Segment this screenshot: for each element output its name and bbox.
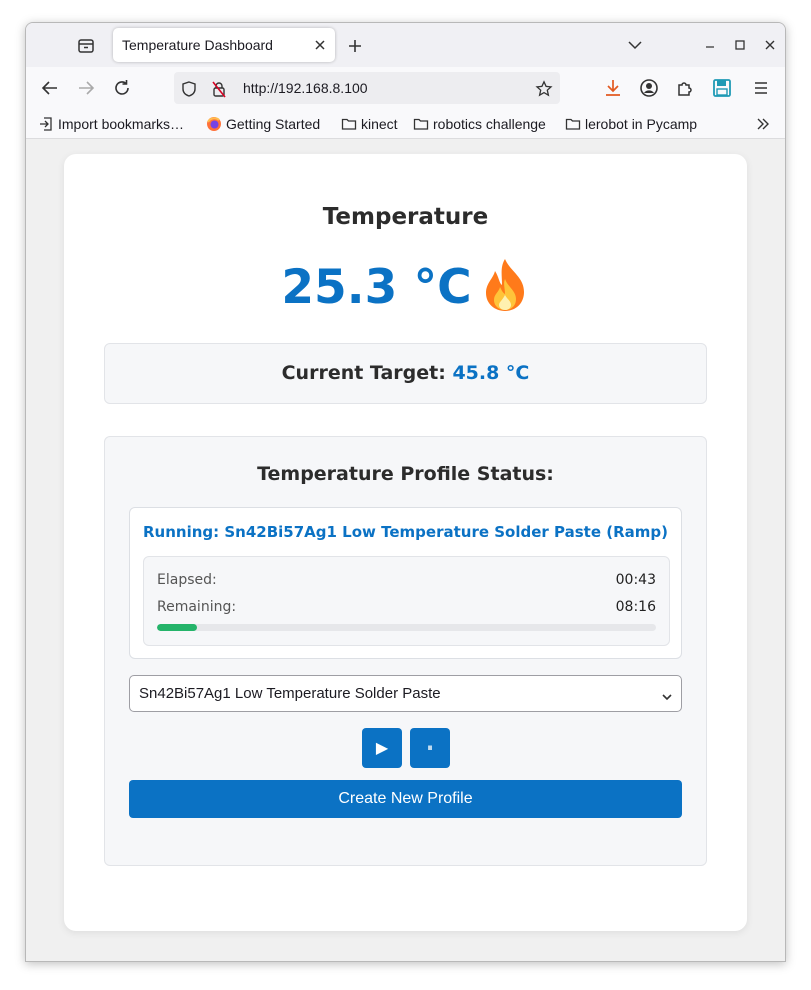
tab-title: Temperature Dashboard <box>122 37 273 53</box>
chevron-down-icon <box>661 688 673 701</box>
browser-window: Temperature Dashboard http://192.168.8.1… <box>25 22 786 962</box>
page-content: Temperature 25.3 °C Current Target: 45.8… <box>26 139 785 961</box>
account-icon[interactable] <box>638 77 660 99</box>
remaining-value: 08:16 <box>615 599 656 615</box>
back-arrow-icon[interactable] <box>39 77 61 99</box>
create-new-profile-button[interactable]: Create New Profile <box>129 780 682 818</box>
profile-status-panel: Temperature Profile Status: Running: Sn4… <box>104 436 707 866</box>
reload-icon[interactable] <box>111 77 133 99</box>
elapsed-value: 00:43 <box>615 572 656 588</box>
bookmark-lerobot[interactable]: lerobot in Pycamp <box>565 115 697 133</box>
download-icon[interactable] <box>602 77 624 99</box>
running-profile-title: Running: Sn42Bi57Ag1 Low Temperature Sol… <box>143 523 668 541</box>
minimize-icon[interactable] <box>700 35 720 55</box>
new-tab-icon[interactable] <box>344 35 366 57</box>
import-icon <box>40 117 52 131</box>
url-bar[interactable]: http://192.168.8.100 <box>174 72 560 104</box>
extensions-icon[interactable] <box>674 77 696 99</box>
bookmark-kinect[interactable]: kinect <box>341 115 398 133</box>
elapsed-label: Elapsed: <box>157 572 217 588</box>
forward-arrow-icon[interactable] <box>75 77 97 99</box>
profile-select[interactable]: Sn42Bi57Ag1 Low Temperature Solder Paste <box>129 675 682 712</box>
temperature-heading: Temperature <box>322 204 489 230</box>
target-value: 45.8 °C <box>452 362 530 384</box>
insecure-lock-icon[interactable] <box>210 80 228 98</box>
play-icon: ▶ <box>375 738 389 757</box>
tab-strip: Temperature Dashboard <box>26 23 785 67</box>
current-target-panel: Current Target: 45.8 °C <box>104 343 707 404</box>
bookmark-label: Import bookmarks… <box>58 116 185 132</box>
close-tab-icon[interactable] <box>311 36 329 54</box>
double-chevron-right-icon[interactable] <box>755 115 771 133</box>
url-text: http://192.168.8.100 <box>243 80 368 96</box>
pause-icon: ⏸ <box>427 741 433 754</box>
running-profile-card: Running: Sn42Bi57Ag1 Low Temperature Sol… <box>129 507 682 659</box>
shield-icon[interactable] <box>180 80 198 98</box>
save-icon[interactable] <box>711 77 733 99</box>
firefox-icon <box>207 117 221 131</box>
selected-profile: Sn42Bi57Ag1 Low Temperature Solder Paste <box>139 685 441 702</box>
folder-icon <box>413 118 429 130</box>
target-label: Current Target: <box>281 362 446 384</box>
chevron-down-icon[interactable] <box>625 35 645 55</box>
pause-button[interactable]: ⏸ <box>410 728 450 768</box>
bookmark-label: kinect <box>361 116 398 132</box>
run-stats-panel: Elapsed: 00:43 Remaining: 08:16 <box>143 556 670 646</box>
temperature-value: 25.3 °C <box>281 260 472 315</box>
navigation-bar: http://192.168.8.100 <box>26 67 785 109</box>
tab-temperature-dashboard[interactable]: Temperature Dashboard <box>113 28 335 62</box>
play-button[interactable]: ▶ <box>362 728 402 768</box>
folder-icon <box>565 118 581 130</box>
bookmark-label: Getting Started <box>226 116 321 132</box>
dashboard-card: Temperature 25.3 °C Current Target: 45.8… <box>64 154 747 931</box>
bookmark-robotics-challenge[interactable]: robotics challenge <box>413 115 546 133</box>
bookmark-label: lerobot in Pycamp <box>585 116 698 132</box>
folder-icon <box>341 118 357 130</box>
bookmark-label: robotics challenge <box>433 116 546 132</box>
bookmarks-toolbar: Import bookmarks… Getting Started kinect… <box>26 109 785 139</box>
progress-bar <box>157 624 656 631</box>
tab-list-icon[interactable] <box>75 35 97 57</box>
bookmark-import[interactable]: Import bookmarks… <box>38 115 184 133</box>
bookmark-getting-started[interactable]: Getting Started <box>206 115 320 133</box>
profile-status-heading: Temperature Profile Status: <box>257 463 554 485</box>
maximize-icon[interactable] <box>730 35 750 55</box>
bookmark-star-icon[interactable] <box>535 80 553 98</box>
flame-icon <box>480 257 530 325</box>
close-window-icon[interactable] <box>760 35 780 55</box>
progress-fill <box>157 624 197 631</box>
temperature-display: 25.3 °C <box>64 257 747 325</box>
menu-icon[interactable] <box>750 77 772 99</box>
remaining-label: Remaining: <box>157 599 237 615</box>
